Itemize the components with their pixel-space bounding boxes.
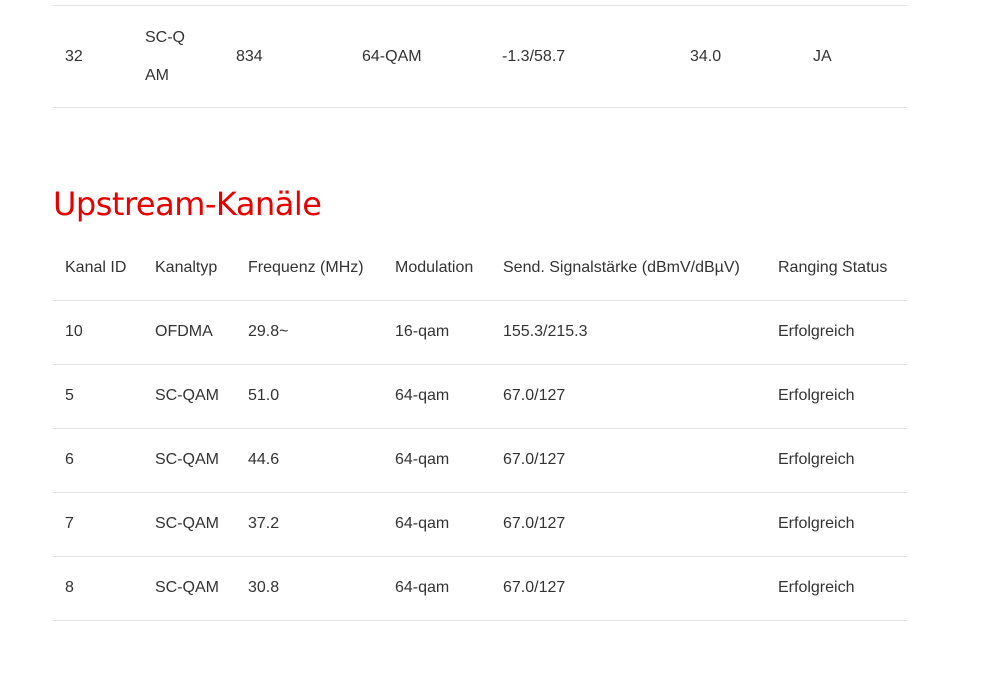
upstream-table: Kanal ID Kanaltyp Frequenz (MHz) Modulat… [53,236,907,621]
table-row: 32 SC-QAM 834 64-QAM -1.3/58.7 34.0 JA [53,6,907,108]
header-channel-type: Kanaltyp [155,258,218,276]
header-modulation: Modulation [395,258,474,276]
us-modulation: 64-qam [395,387,450,404]
us-modulation: 64-qam [395,451,450,468]
us-channel-id: 7 [65,515,74,532]
us-channel-type: SC-QAM [155,579,219,596]
ds-snr: 34.0 [690,47,722,65]
us-ranging: Erfolgreich [778,323,855,340]
us-modulation: 64-qam [395,515,450,532]
ds-locked: JA [813,47,832,65]
us-channel-type: OFDMA [155,323,213,340]
us-channel-type: SC-QAM [155,451,219,468]
table-row: 7 SC-QAM 37.2 64-qam 67.0/127 Erfolgreic… [53,492,907,556]
table-row: 5 SC-QAM 51.0 64-qam 67.0/127 Erfolgreic… [53,364,907,428]
us-channel-id: 5 [65,387,74,404]
upstream-header-row: Kanal ID Kanaltyp Frequenz (MHz) Modulat… [53,236,907,300]
us-frequency: 37.2 [248,515,280,532]
downstream-table-section: 32 SC-QAM 834 64-QAM -1.3/58.7 34.0 JA [53,0,907,108]
header-frequency: Frequenz (MHz) [248,258,364,276]
upstream-table-section: Kanal ID Kanaltyp Frequenz (MHz) Modulat… [53,236,907,621]
us-channel-type: SC-QAM [155,387,219,404]
us-power: 67.0/127 [503,387,566,404]
us-power: 67.0/127 [503,451,566,468]
ds-power: -1.3/58.7 [502,47,566,65]
table-row: 10 OFDMA 29.8~ 16-qam 155.3/215.3 Erfolg… [53,300,907,364]
table-row: 6 SC-QAM 44.6 64-qam 67.0/127 Erfolgreic… [53,428,907,492]
ds-channel-type: SC-QAM [133,6,224,108]
us-channel-type: SC-QAM [155,515,219,532]
us-frequency: 30.8 [248,579,280,596]
us-ranging: Erfolgreich [778,451,855,468]
us-ranging: Erfolgreich [778,515,855,532]
downstream-table: 32 SC-QAM 834 64-QAM -1.3/58.7 34.0 JA [53,5,907,108]
us-channel-id: 8 [65,579,74,596]
us-frequency: 51.0 [248,387,280,404]
us-ranging: Erfolgreich [778,387,855,404]
us-frequency: 29.8~ [248,323,289,340]
ds-modulation: 64-QAM [362,47,422,65]
us-frequency: 44.6 [248,451,280,468]
header-channel-id: Kanal ID [65,258,127,276]
header-ranging: Ranging Status [778,258,888,276]
ds-channel-id: 32 [65,47,83,65]
us-channel-id: 6 [65,451,74,468]
us-power: 67.0/127 [503,515,566,532]
us-power: 155.3/215.3 [503,323,588,340]
ds-frequency: 834 [236,47,263,65]
us-modulation: 16-qam [395,323,450,340]
us-modulation: 64-qam [395,579,450,596]
us-channel-id: 10 [65,323,83,340]
us-ranging: Erfolgreich [778,579,855,596]
table-row: 8 SC-QAM 30.8 64-qam 67.0/127 Erfolgreic… [53,556,907,620]
header-power: Send. Signalstärke (dBmV/dBµV) [503,258,740,276]
us-power: 67.0/127 [503,579,566,596]
upstream-title: Upstream-Kanäle [53,185,322,223]
ds-channel-type-text: SC-QAM [145,28,185,84]
